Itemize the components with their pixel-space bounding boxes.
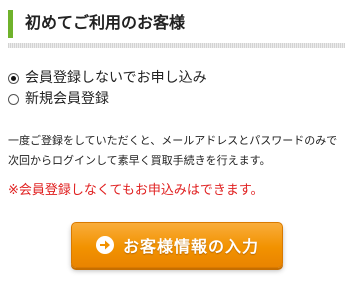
registration-options: 会員登録しないでお申し込み 新規会員登録 xyxy=(8,68,207,110)
option-new-registration-label: 新規会員登録 xyxy=(25,91,109,107)
registration-description: 一度ご登録をしていただくと、メールアドレスとパスワードのみで次回からログインして… xyxy=(8,134,338,167)
registration-notice: ※会員登録しなくてもお申込みはできます。 xyxy=(8,183,264,198)
enter-customer-info-button[interactable]: お客様情報の入力 xyxy=(71,222,283,268)
option-new-registration[interactable]: 新規会員登録 xyxy=(8,89,207,109)
enter-customer-info-label: お客様情報の入力 xyxy=(122,237,259,256)
radio-new-registration[interactable] xyxy=(8,93,19,105)
option-guest-checkout[interactable]: 会員登録しないでお申し込み xyxy=(8,68,207,88)
radio-guest-checkout[interactable] xyxy=(8,72,19,84)
section-header: 初めてご利用のお客様 xyxy=(8,10,345,38)
option-guest-checkout-label: 会員登録しないでお申し込み xyxy=(25,70,207,86)
header-divider xyxy=(8,43,345,48)
arrow-right-circle-icon xyxy=(95,236,114,254)
section-title: 初めてご利用のお客様 xyxy=(25,13,186,32)
